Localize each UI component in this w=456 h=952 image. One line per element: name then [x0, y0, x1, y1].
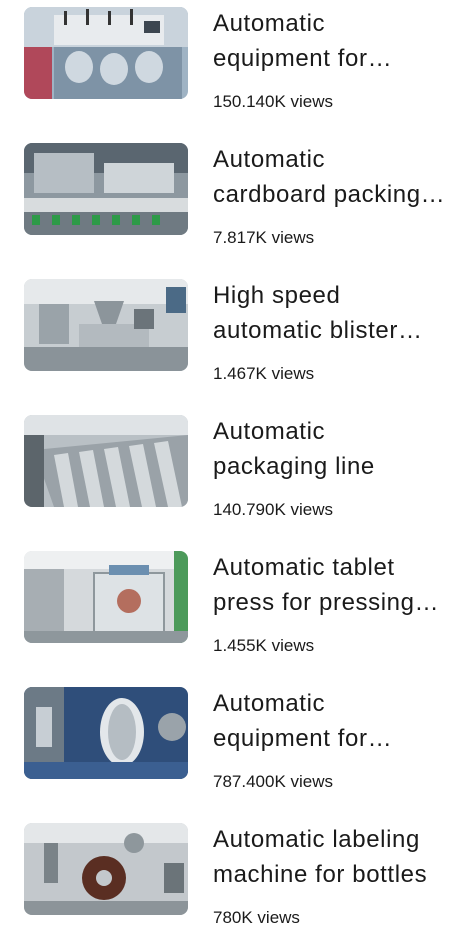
- video-thumbnail[interactable]: [24, 551, 188, 643]
- video-thumbnail[interactable]: [24, 7, 188, 99]
- view-count: 780K views: [213, 908, 300, 927]
- view-count: 150.140K views: [213, 92, 334, 111]
- video-item[interactable]: Automatic cardboard packing machine 7.81…: [0, 136, 456, 272]
- video-title[interactable]: Automatic labeling machine for bottles: [213, 822, 445, 892]
- video-thumbnail[interactable]: [24, 415, 188, 507]
- video-title[interactable]: Automatic cardboard packing machine: [213, 142, 445, 212]
- video-title[interactable]: Automatic equipment for dissolution test…: [213, 6, 445, 76]
- video-item[interactable]: Automatic equipment for capsule filling …: [0, 680, 456, 816]
- video-thumbnail[interactable]: [24, 143, 188, 235]
- video-title[interactable]: High speed automatic blister packing mac…: [213, 278, 445, 348]
- video-item[interactable]: Automatic equipment for dissolution test…: [0, 0, 456, 136]
- video-title[interactable]: Automatic equipment for capsule filling: [213, 686, 445, 756]
- video-title[interactable]: Automatic packaging line: [213, 414, 445, 484]
- video-thumbnail[interactable]: [24, 823, 188, 915]
- video-thumbnail[interactable]: [24, 279, 188, 371]
- video-item[interactable]: High speed automatic blister packing mac…: [0, 272, 456, 408]
- view-count: 787.400K views: [213, 772, 334, 791]
- video-item[interactable]: Automatic packaging line 140.790K views: [0, 408, 456, 544]
- view-count: 140.790K views: [213, 500, 334, 519]
- view-count: 1.455K views: [213, 636, 315, 655]
- view-count: 1.467K views: [213, 364, 315, 383]
- video-thumbnail[interactable]: [24, 687, 188, 779]
- video-item[interactable]: Automatic labeling machine for bottles 7…: [0, 816, 456, 952]
- video-item[interactable]: Automatic tablet press for pressing tabl…: [0, 544, 456, 680]
- video-title[interactable]: Automatic tablet press for pressing tabl…: [213, 550, 445, 620]
- view-count: 7.817K views: [213, 228, 315, 247]
